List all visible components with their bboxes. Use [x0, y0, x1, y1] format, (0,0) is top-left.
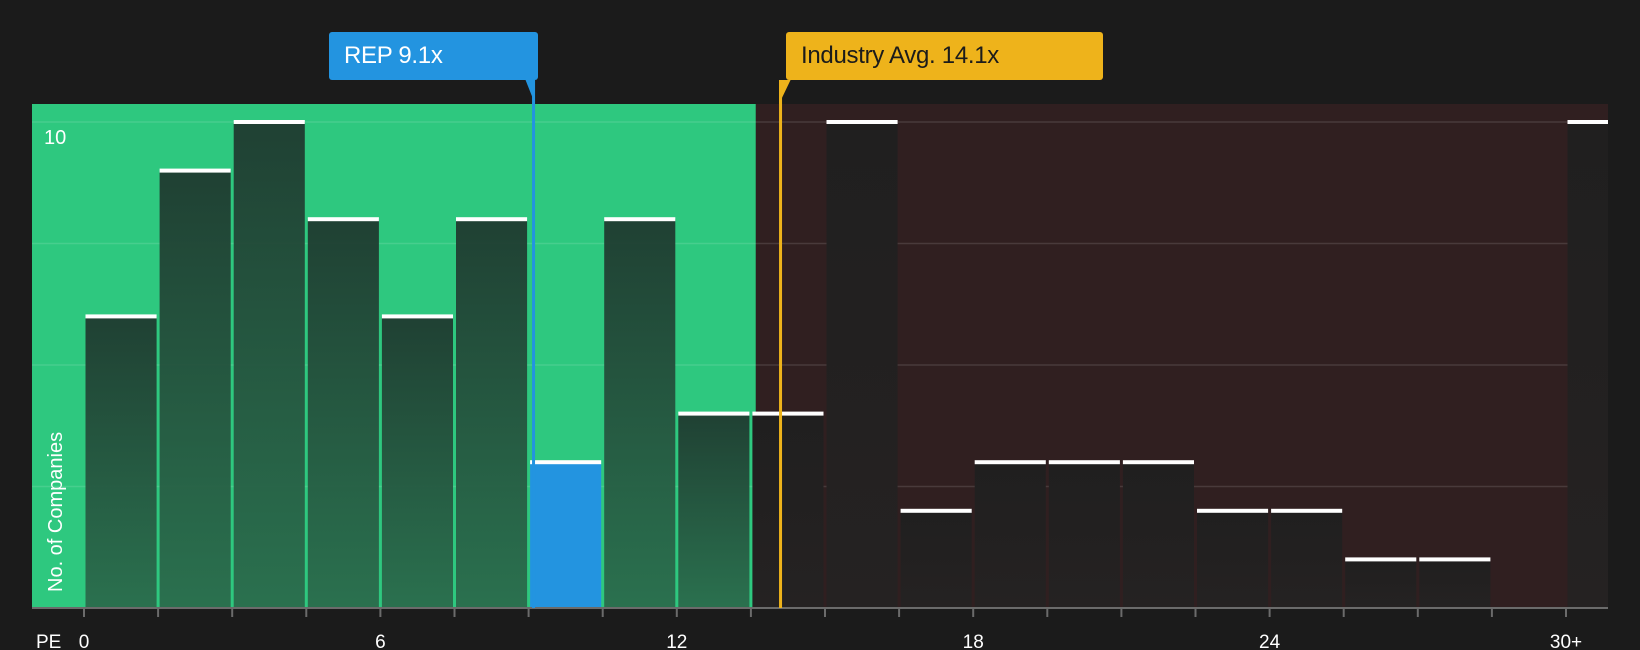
rep-callout-pointer [525, 80, 536, 104]
histogram-bar-cap-1 [85, 314, 157, 319]
x-tick-label-18: 18 [963, 632, 984, 650]
x-tick-label-0: 0 [79, 632, 90, 650]
histogram-bar-cap-20 [1567, 120, 1608, 124]
histogram-bar-cap-11 [826, 120, 898, 124]
histogram-bar-cap-17 [1271, 508, 1343, 513]
histogram-bar-4 [307, 219, 379, 608]
histogram-bar-cap-16 [1197, 508, 1269, 513]
histogram-bar-cap-12 [900, 508, 972, 513]
histogram-bar-cap-19 [1419, 557, 1491, 562]
histogram-bar-11 [826, 122, 898, 608]
histogram-bar-8 [604, 219, 676, 608]
histogram-bar-18 [1345, 559, 1417, 608]
histogram-bar-cap-8 [604, 217, 676, 222]
histogram-bar-cap-5 [381, 314, 453, 319]
histogram-bar-1 [85, 316, 157, 608]
rep-pe-label: REP 9.1x [344, 42, 443, 69]
y-axis-label: No. of Companies [45, 432, 67, 592]
histogram-bar-5 [381, 316, 453, 608]
histogram-bar-13 [974, 462, 1046, 608]
histogram-bar-cap-9 [678, 411, 750, 416]
rep-pe-callout: REP 9.1x [329, 32, 538, 80]
histogram-bar-10 [752, 413, 824, 608]
histogram-bar-cap-10 [752, 411, 824, 416]
industry-avg-callout: Industry Avg. 14.1x [786, 32, 1103, 80]
histogram-bar-6 [456, 219, 528, 608]
industry-avg-label: Industry Avg. 14.1x [801, 42, 999, 69]
rep-marker-line [532, 80, 536, 608]
histogram-bar-cap-18 [1345, 557, 1417, 562]
x-tick-label-6: 6 [375, 632, 386, 650]
histogram-bar-14 [1048, 462, 1120, 608]
x-axis-label: PE [36, 632, 61, 650]
histogram-bar-cap-4 [307, 217, 379, 222]
histogram-bar-cap-2 [159, 168, 231, 173]
histogram-bar-2 [159, 170, 231, 608]
histogram-bar-17 [1271, 510, 1343, 608]
pe-histogram-chart: 0 6 12 18 24 30+ 10 No. of Companies PE [32, 80, 1608, 650]
histogram-bar-cap-15 [1122, 460, 1194, 465]
histogram-bar-9 [678, 413, 750, 608]
histogram-bar-3 [233, 122, 305, 608]
x-tick-label-12: 12 [666, 632, 687, 650]
histogram-bar-cap-7 [530, 460, 602, 465]
histogram-bar-12 [900, 510, 972, 608]
histogram-bar-20 [1567, 122, 1608, 608]
x-tick-label-24: 24 [1259, 632, 1281, 650]
histogram-bar-19 [1419, 559, 1491, 608]
histogram-bar-7 [530, 462, 602, 608]
industry-callout-pointer [779, 80, 791, 104]
histogram-bar-16 [1197, 510, 1269, 608]
y-tick-label-10: 10 [44, 127, 66, 149]
histogram-bar-cap-13 [974, 460, 1046, 465]
industry-avg-marker-line [779, 80, 783, 608]
histogram-bar-cap-14 [1048, 460, 1120, 465]
histogram-bar-cap-6 [456, 217, 528, 222]
histogram-bar-15 [1122, 462, 1194, 608]
histogram-bar-cap-3 [233, 120, 305, 124]
x-tick-label-30-plus: 30+ [1550, 632, 1582, 650]
